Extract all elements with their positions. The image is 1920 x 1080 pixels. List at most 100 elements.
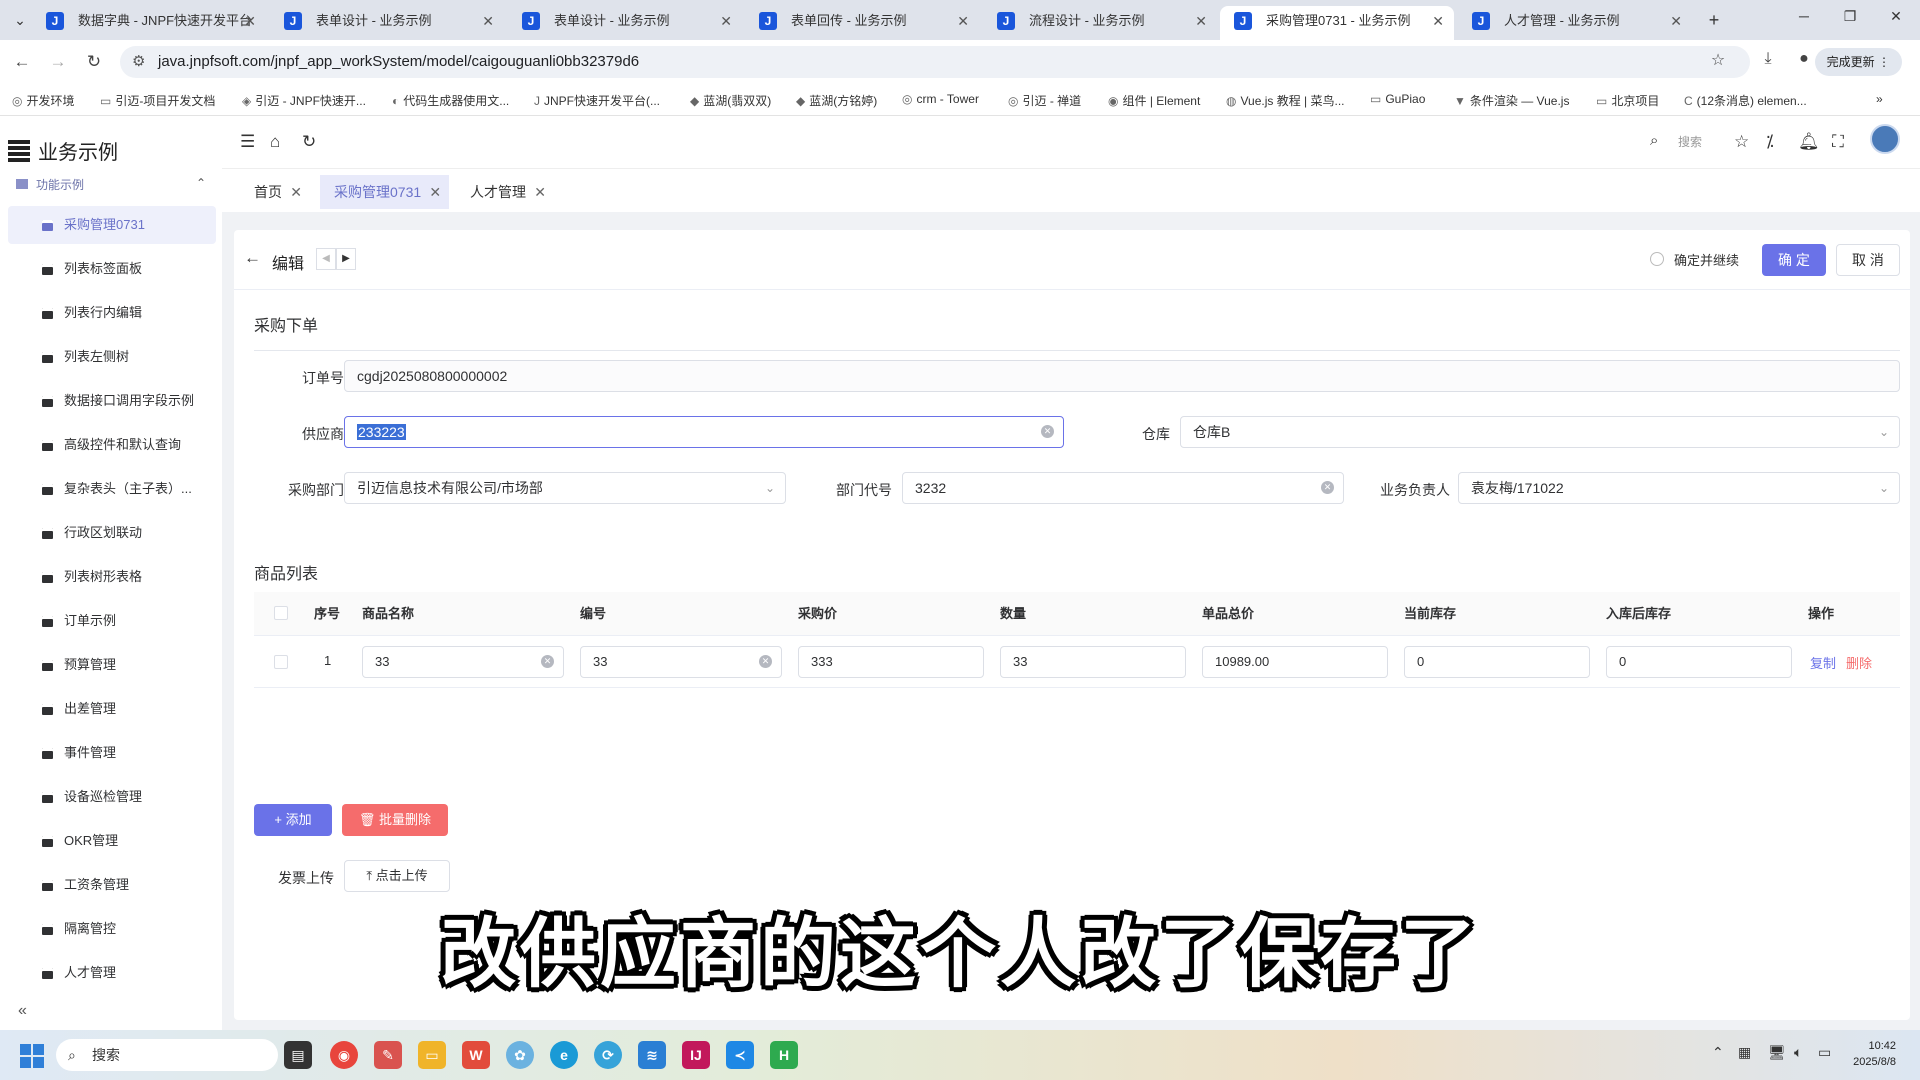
- browser-tab[interactable]: J 人才管理 - 业务示例 ✕: [1458, 6, 1692, 40]
- back-icon[interactable]: ←: [8, 48, 36, 76]
- bookmark-item[interactable]: ◎ crm - Tower: [902, 92, 979, 106]
- tag-home[interactable]: 首页 ✕: [240, 175, 310, 209]
- row-checkbox[interactable]: [274, 655, 288, 669]
- volume-icon[interactable]: 🔈︎: [1794, 1044, 1802, 1061]
- browser-tab[interactable]: J 表单回传 - 业务示例 ✕: [745, 6, 979, 40]
- bookmark-item[interactable]: ▭ GuPiao: [1370, 92, 1425, 106]
- clear-icon[interactable]: ✕: [1321, 481, 1334, 494]
- sidebar-item[interactable]: 列表树形表格: [8, 558, 216, 596]
- bookmark-item[interactable]: ▭ 引迈-项目开发文档: [100, 92, 215, 109]
- restore-icon[interactable]: ❐: [1830, 8, 1870, 25]
- close-icon[interactable]: ✕: [534, 175, 546, 209]
- select-all-checkbox[interactable]: [274, 606, 288, 620]
- bookmark-item[interactable]: ◎ 引迈 - 禅道: [1008, 92, 1081, 109]
- task-view-icon[interactable]: ▤: [284, 1041, 312, 1069]
- star-icon[interactable]: ☆: [1734, 132, 1749, 152]
- app-icon[interactable]: ✿: [506, 1041, 534, 1069]
- menu-toggle-icon[interactable]: ☰: [240, 132, 255, 152]
- search-icon[interactable]: ⌕: [1650, 132, 1658, 149]
- fullscreen-icon[interactable]: ⛶: [1832, 132, 1844, 152]
- browser-tab[interactable]: J 表单设计 - 业务示例 ✕: [508, 6, 742, 40]
- tab-list-chevron-icon[interactable]: ⌄: [8, 8, 32, 32]
- browser-tab[interactable]: J 流程设计 - 业务示例 ✕: [983, 6, 1217, 40]
- hbuilder-icon[interactable]: H: [770, 1041, 798, 1069]
- bookmark-item[interactable]: ◈ 引迈 - JNPF快速开...: [242, 92, 366, 109]
- site-info-icon[interactable]: ⚙: [132, 46, 145, 78]
- bookmark-item[interactable]: ◉ 组件 | Element: [1108, 92, 1200, 109]
- app-icon[interactable]: ≋: [638, 1041, 666, 1069]
- tab-close-icon[interactable]: ✕: [244, 6, 256, 36]
- cancel-button[interactable]: 取 消: [1836, 244, 1900, 276]
- bookmark-item[interactable]: ◐ 代码生成器使用文...: [392, 92, 509, 109]
- prev-record-icon[interactable]: ◀: [316, 248, 336, 270]
- bookmark-item[interactable]: ◎ 开发环境: [12, 92, 75, 109]
- bookmark-star-icon[interactable]: ☆: [1706, 50, 1730, 70]
- profile-icon[interactable]: ●: [1792, 50, 1816, 68]
- sidebar-item[interactable]: 列表左侧树: [8, 338, 216, 376]
- sidebar-item[interactable]: 数据接口调用字段示例: [8, 382, 216, 420]
- sidebar-item[interactable]: 列表行内编辑: [8, 294, 216, 332]
- clock[interactable]: 10:42 2025/8/8: [1853, 1038, 1896, 1070]
- vscode-icon[interactable]: ≺: [726, 1041, 754, 1069]
- sidebar-item[interactable]: 高级控件和默认查询: [8, 426, 216, 464]
- bookmark-item[interactable]: ▭ 北京项目: [1596, 92, 1659, 109]
- forward-icon[interactable]: →: [44, 48, 72, 76]
- app-icon[interactable]: ⟳: [594, 1041, 622, 1069]
- sidebar-item[interactable]: 行政区划联动: [8, 514, 216, 552]
- order-no-field[interactable]: cgdj2025080800000002: [344, 360, 1900, 392]
- download-icon[interactable]: ⤓: [1756, 50, 1780, 68]
- close-icon[interactable]: ✕: [290, 175, 302, 209]
- new-tab-icon[interactable]: +: [1702, 8, 1726, 32]
- bookmark-item[interactable]: ◆ 蓝湖(翡双双): [690, 92, 771, 109]
- browser-tab[interactable]: J 数据字典 - JNPF快速开发平台 ✕: [32, 6, 266, 40]
- chrome-icon[interactable]: ◉: [330, 1041, 358, 1069]
- wps-icon[interactable]: W: [462, 1041, 490, 1069]
- qty-input[interactable]: 33: [1000, 646, 1186, 678]
- refresh-icon[interactable]: ↻: [302, 132, 316, 152]
- clear-icon[interactable]: ✕: [759, 655, 772, 668]
- goods-code-input[interactable]: 33 ✕: [580, 646, 782, 678]
- tab-close-icon[interactable]: ✕: [482, 6, 494, 36]
- jetbrains-icon[interactable]: IJ: [682, 1041, 710, 1069]
- clear-icon[interactable]: ✕: [1041, 425, 1054, 438]
- tab-close-icon[interactable]: ✕: [720, 6, 732, 36]
- confirm-continue-checkbox[interactable]: [1650, 252, 1664, 266]
- bookmark-item[interactable]: C (12条消息) elemen...: [1684, 92, 1807, 109]
- more-bookmarks-icon[interactable]: »: [1876, 92, 1883, 106]
- browser-tab[interactable]: J 表单设计 - 业务示例 ✕: [270, 6, 504, 40]
- supplier-input[interactable]: 233223 ✕: [344, 416, 1064, 448]
- delete-link[interactable]: 删除: [1846, 653, 1872, 672]
- sidebar-item[interactable]: 复杂表头（主子表）...: [8, 470, 216, 508]
- translate-icon[interactable]: ⁒: [1766, 132, 1774, 152]
- app-icon[interactable]: ✎: [374, 1041, 402, 1069]
- url-field[interactable]: ⚙ java.jnpfsoft.com/jnpf_app_workSystem/m…: [120, 46, 1750, 78]
- sidebar-item[interactable]: 订单示例: [8, 602, 216, 640]
- total-input[interactable]: 10989.00: [1202, 646, 1388, 678]
- bookmark-item[interactable]: J JNPF快速开发平台(...: [534, 92, 660, 109]
- minimize-icon[interactable]: ─: [1784, 8, 1824, 24]
- tab-close-icon[interactable]: ✕: [957, 6, 969, 36]
- tray-chevron-icon[interactable]: ⌃: [1712, 1044, 1724, 1061]
- tray-app-icon[interactable]: ▦: [1738, 1044, 1751, 1061]
- sidebar-item[interactable]: OKR管理: [8, 822, 216, 860]
- stock-input[interactable]: 0: [1404, 646, 1590, 678]
- sidebar-item[interactable]: 预算管理: [8, 646, 216, 684]
- after-stock-input[interactable]: 0: [1606, 646, 1792, 678]
- battery-icon[interactable]: ▭: [1818, 1044, 1831, 1061]
- tab-close-icon[interactable]: ✕: [1432, 6, 1444, 36]
- sidebar-item[interactable]: 列表标签面板: [8, 250, 216, 288]
- batch-delete-button[interactable]: 🗑︎ 批量删除: [342, 804, 448, 836]
- menu-group-header[interactable]: 功能示例 ⌃: [16, 176, 206, 193]
- sidebar-item-caigou[interactable]: 采购管理0731: [8, 206, 216, 244]
- copy-link[interactable]: 复制: [1810, 653, 1836, 672]
- add-row-button[interactable]: + 添加: [254, 804, 332, 836]
- bookmark-item[interactable]: ◆ 蓝湖(方铭婷): [796, 92, 877, 109]
- upload-button[interactable]: ⤒ 点击上传: [344, 860, 450, 892]
- bell-icon[interactable]: 🔔︎: [1798, 132, 1820, 152]
- taskbar-search[interactable]: ⌕ 搜索: [56, 1039, 278, 1071]
- back-arrow-icon[interactable]: ←: [244, 248, 261, 268]
- clear-icon[interactable]: ✕: [541, 655, 554, 668]
- avatar[interactable]: [1870, 124, 1900, 154]
- confirm-button[interactable]: 确 定: [1762, 244, 1826, 276]
- browser-tab-active[interactable]: J 采购管理0731 - 业务示例 ✕: [1220, 6, 1454, 40]
